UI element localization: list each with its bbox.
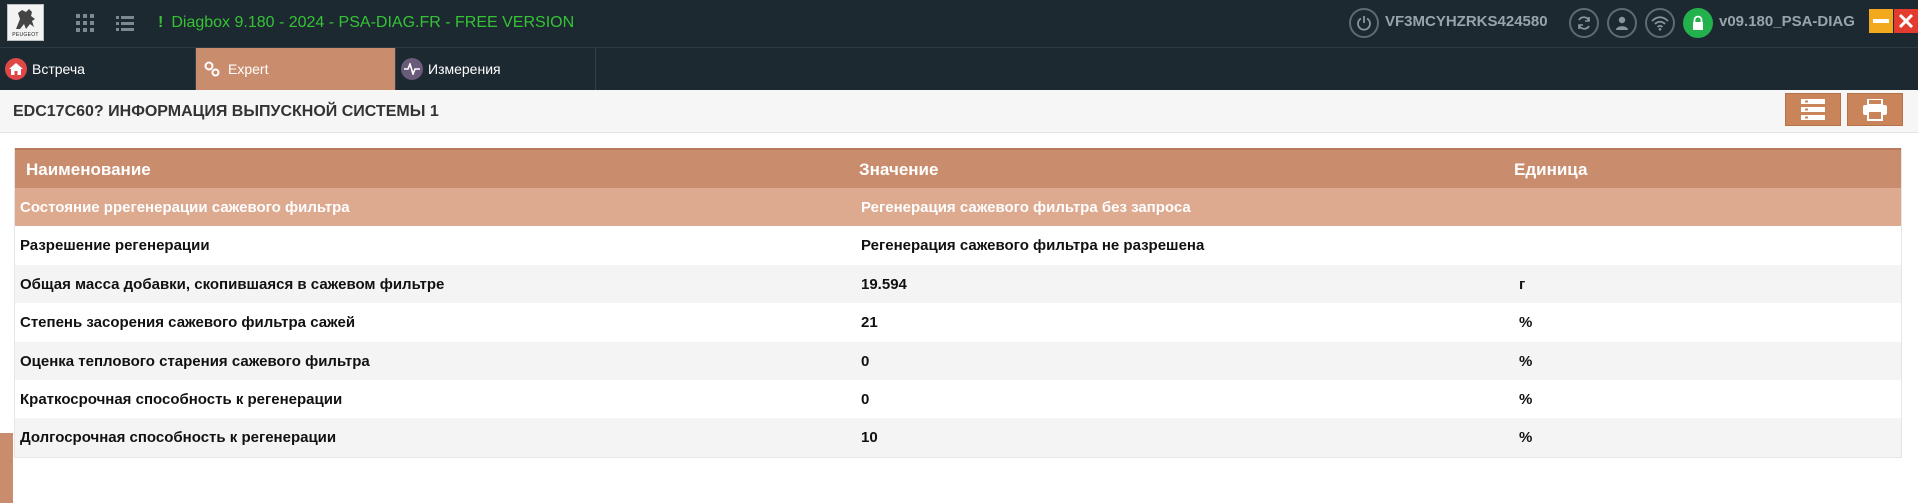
version-label: v09.180_PSA-DIAG [1719,13,1855,30]
home-icon [5,58,27,80]
column-header-name: Наименование [26,160,151,179]
page-title: EDC17C60? ИНФОРМАЦИЯ ВЫПУСКНОЙ СИСТЕМЫ 1 [13,103,439,120]
apps-grid-icon[interactable] [74,12,96,34]
view-list-button[interactable] [1785,93,1841,126]
tab-label: Expert [228,61,269,77]
row-unit: % [1519,390,1533,408]
lion-logo-icon [15,9,35,29]
row-value: 10 [861,429,878,447]
parameters-table: Наименование Значение Единица Состояние … [14,148,1902,458]
list-icon[interactable] [114,12,136,34]
row-value: Регенерация сажевого фильтра без запроса [861,199,1191,216]
print-button[interactable] [1847,93,1903,126]
close-button[interactable] [1894,9,1918,33]
column-header-value: Значение [859,160,939,179]
table-row[interactable]: Оценка теплового старения сажевого фильт… [15,341,1901,380]
tab-bar: Встреча Expert Измерения [0,48,1918,90]
logo-text: PEUGEOT [12,32,39,38]
table-row[interactable]: Долгосрочная способность к регенерации 1… [15,418,1901,457]
app-title: ! Diagbox 9.180 - 2024 - PSA-DIAG.FR - FR… [158,14,574,32]
tab-expert[interactable]: Expert [196,48,396,90]
row-name: Долгосрочная способность к регенерации [20,429,337,447]
side-panel-handle[interactable] [0,433,13,503]
table-row[interactable]: Общая масса добавки, скопившаяся в сажев… [15,264,1901,304]
tab-label: Встреча [32,61,85,77]
row-unit: % [1519,429,1533,447]
row-name: Разрешение регенерации [20,237,210,255]
vin-label: VF3MCYHZRKS424580 [1385,13,1548,30]
lock-icon[interactable] [1683,8,1713,38]
user-icon[interactable] [1607,8,1637,38]
table-row[interactable]: Краткосрочная способность к регенерации … [15,379,1901,419]
alert-icon: ! [158,14,164,31]
row-value: 0 [861,352,870,370]
pulse-icon [401,58,423,80]
title-row: EDC17C60? ИНФОРМАЦИЯ ВЫПУСКНОЙ СИСТЕМЫ 1 [0,90,1918,133]
table-row[interactable]: Степень засорения сажевого фильтра сажей… [15,303,1901,342]
table-header: Наименование Значение Единица [15,148,1901,188]
row-value: Регенерация сажевого фильтра не разрешен… [861,237,1205,255]
row-name: Состояние ррегенерации сажевого фильтра [20,199,350,216]
gears-icon [201,58,223,80]
table-row[interactable]: Состояние ррегенерации сажевого фильтра … [15,188,1901,227]
row-name: Общая масса добавки, скопившаяся в сажев… [20,275,445,293]
row-value: 19.594 [861,275,907,293]
tab-meeting[interactable]: Встреча [0,48,196,90]
minimize-button[interactable] [1869,9,1893,33]
tab-label: Измерения [428,61,501,77]
row-name: Краткосрочная способность к регенерации [20,390,343,408]
printer-icon [1863,98,1887,121]
refresh-icon[interactable] [1569,8,1599,38]
power-icon[interactable] [1349,8,1379,38]
row-unit: % [1519,352,1533,370]
row-unit: % [1519,314,1533,332]
row-unit: г [1519,275,1526,293]
app-title-text: Diagbox 9.180 - 2024 - PSA-DIAG.FR - FRE… [171,14,575,31]
row-name: Оценка теплового старения сажевого фильт… [20,352,370,370]
close-icon [1898,13,1914,29]
row-value: 0 [861,390,870,408]
row-name: Степень засорения сажевого фильтра сажей [20,314,356,332]
wifi-icon[interactable] [1645,8,1675,38]
minimize-icon [1873,19,1889,23]
tab-measurements[interactable]: Измерения [396,48,596,90]
list-view-icon [1801,98,1825,120]
column-header-unit: Единица [1514,160,1588,179]
row-value: 21 [861,314,878,332]
brand-logo: PEUGEOT [7,4,44,41]
table-row[interactable]: Разрешение регенерации Регенерация сажев… [15,226,1901,265]
top-bar: PEUGEOT ! Diagbox 9.180 - 2024 - PSA-DIAG… [0,0,1918,48]
